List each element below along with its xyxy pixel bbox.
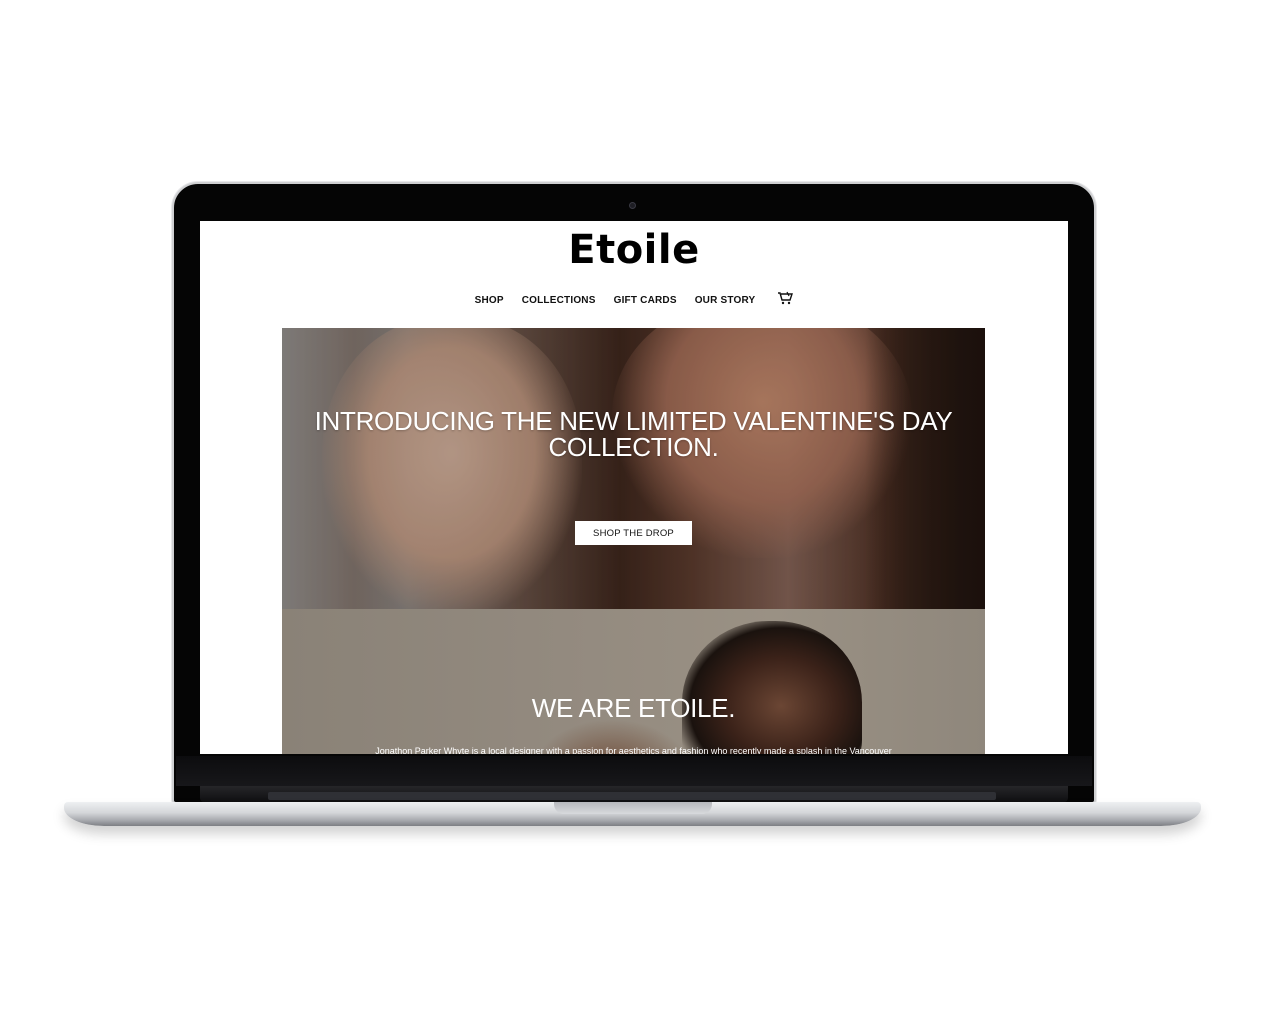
nav-item-gift-cards[interactable]: GIFT CARDS [614, 295, 677, 306]
browser-viewport: Etoile SHOP COLLECTIONS GIFT CARDS OUR S… [200, 221, 1068, 754]
hero-overlay [282, 328, 985, 609]
nav-item-shop[interactable]: SHOP [475, 295, 504, 306]
hero-title-line-2: COLLECTION. [548, 432, 719, 462]
about-section: WE ARE ETOILE. Jonathon Parker Whyte is … [282, 609, 985, 754]
about-title: WE ARE ETOILE. [531, 693, 736, 723]
about-image-figure [682, 621, 862, 754]
laptop-chin [176, 756, 1092, 786]
shop-the-drop-button[interactable]: SHOP THE DROP [575, 521, 692, 545]
main-nav: SHOP COLLECTIONS GIFT CARDS OUR STORY [200, 291, 1068, 307]
nav-item-collections[interactable]: COLLECTIONS [522, 295, 596, 306]
about-text: Jonathon Parker Whyte is a local designe… [375, 746, 892, 754]
cart-icon[interactable] [777, 291, 794, 305]
laptop-hinge-inner [268, 792, 996, 800]
hero-title-line-1: INTRODUCING THE NEW LIMITED VALENTINE'S … [314, 406, 953, 436]
hero-section: INTRODUCING THE NEW LIMITED VALENTINE'S … [282, 328, 985, 609]
site-logo[interactable]: Etoile [200, 227, 1068, 273]
nav-item-our-story[interactable]: OUR STORY [695, 295, 756, 306]
hero-title: INTRODUCING THE NEW LIMITED VALENTINE'S … [302, 408, 965, 460]
laptop-base-notch [554, 802, 712, 814]
camera-icon [629, 202, 636, 209]
